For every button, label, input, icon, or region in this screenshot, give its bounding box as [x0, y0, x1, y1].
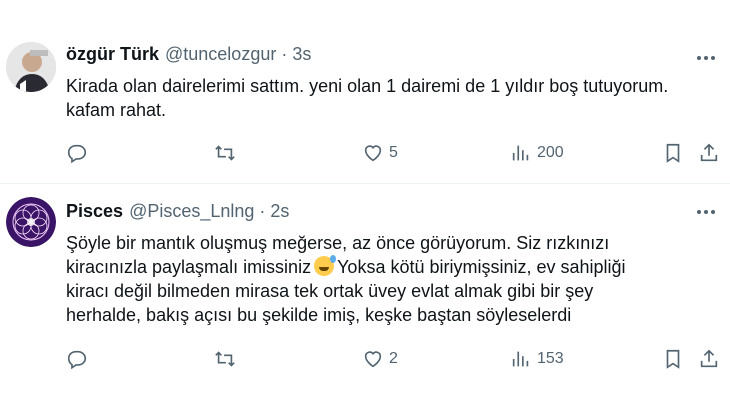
tweet-text-line: kafam rahat.: [66, 100, 167, 120]
reply-icon: [67, 144, 87, 164]
separator-dot: ·: [259, 201, 266, 221]
display-name[interactable]: özgür Türk: [66, 44, 159, 65]
retweet-icon: [215, 351, 235, 367]
like-icon: [364, 351, 382, 368]
user-handle[interactable]: @Pisces_Lnlng: [129, 201, 254, 222]
tweet-2-header: Pisces @Pisces_Lnlng · 2s: [66, 201, 289, 222]
like-count: 5: [389, 144, 398, 161]
reply-button[interactable]: [66, 138, 88, 168]
views-count: 200: [537, 144, 564, 161]
tweet-text-segment: kiracınızla paylaşmalı imissiniz: [66, 257, 312, 277]
more-icon[interactable]: [694, 202, 718, 222]
bookmark-button[interactable]: [662, 344, 684, 374]
display-name[interactable]: Pisces: [66, 201, 123, 222]
reply-icon: [67, 350, 87, 370]
bookmark-icon: [666, 143, 680, 163]
tweet-text-line: Kirada olan dairelerimi sattım. yeni ola…: [66, 76, 669, 96]
like-button[interactable]: 5: [362, 138, 398, 168]
separator-dot: ·: [281, 44, 288, 64]
share-icon: [700, 143, 718, 162]
tweet-text-line-with-emoji: kiracınızla paylaşmalı imissiniz Yoksa kö…: [66, 255, 716, 279]
avatar-tuncelozgur[interactable]: [6, 42, 56, 92]
avatar-pisces[interactable]: [6, 197, 56, 247]
tweet-text-segment: Yoksa kötü biriymişsiniz, ev sahipliği: [337, 257, 626, 277]
bookmark-button[interactable]: [662, 138, 684, 168]
timestamp[interactable]: 3s: [292, 44, 311, 65]
timestamp[interactable]: 2s: [270, 201, 289, 222]
tweet-1-text: Kirada olan dairelerimi sattım. yeni ola…: [66, 74, 716, 122]
grinning-face-with-sweat-icon: [314, 255, 337, 276]
bookmark-icon: [666, 349, 680, 369]
avatar-photo: [6, 42, 56, 92]
like-button[interactable]: 2: [362, 344, 398, 374]
tweet-text-line: kiracı değil bilmeden mirasa tek ortak ü…: [66, 281, 594, 301]
like-icon: [364, 145, 382, 162]
retweet-button[interactable]: [214, 138, 236, 168]
avatar-mandala: [6, 197, 56, 247]
like-count: 2: [389, 350, 398, 367]
share-button[interactable]: [698, 344, 720, 374]
views-button[interactable]: 200: [510, 138, 564, 168]
share-icon: [700, 349, 718, 368]
retweet-icon: [215, 145, 235, 161]
tweet-1-header: özgür Türk @tuncelozgur · 3s: [66, 44, 311, 65]
retweet-button[interactable]: [214, 344, 236, 374]
tweet-text-line: Şöyle bir mantık oluşmuş meğerse, az önc…: [66, 233, 610, 253]
share-button[interactable]: [698, 138, 720, 168]
tweet-1-actions: 5 200: [66, 138, 726, 168]
tweet-2-text: Şöyle bir mantık oluşmuş meğerse, az önc…: [66, 231, 716, 327]
tweet-2-actions: 2 153: [66, 344, 726, 374]
user-handle[interactable]: @tuncelozgur: [165, 44, 276, 65]
views-icon: [512, 145, 529, 161]
views-count: 153: [537, 350, 564, 367]
reply-button[interactable]: [66, 344, 88, 374]
views-button[interactable]: 153: [510, 344, 564, 374]
views-icon: [512, 351, 529, 367]
more-icon[interactable]: [694, 48, 718, 68]
tweet-text-line: herhalde, bakış açısı bu şekilde imiş, k…: [66, 305, 572, 325]
